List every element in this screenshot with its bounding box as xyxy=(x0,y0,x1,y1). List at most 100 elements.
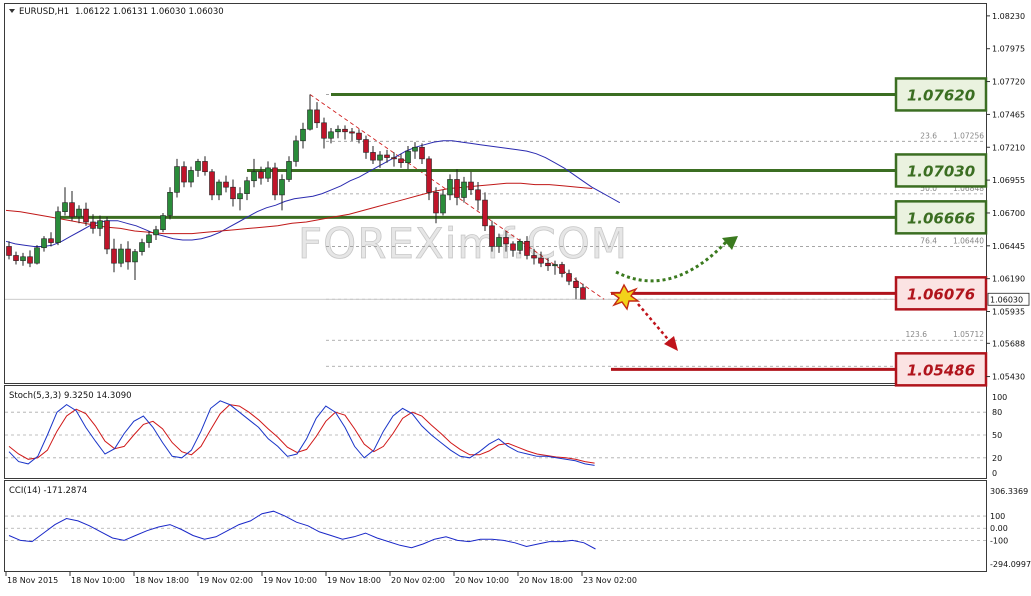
time-tick-label: 18 Nov 10:00 xyxy=(71,576,125,585)
stoch-label: Stoch(5,3,3) 9.3250 14.3090 xyxy=(9,391,132,401)
price-tick-label: 1.05430 xyxy=(992,373,1025,382)
time-tick-label: 20 Nov 02:00 xyxy=(391,576,445,585)
fibo-ratio-label: 23.6 xyxy=(920,131,937,140)
candle-body xyxy=(34,247,40,264)
candle-body xyxy=(55,211,61,243)
candle-body xyxy=(111,248,117,264)
candle-body xyxy=(440,194,446,214)
candle-body xyxy=(104,220,110,250)
candle-body xyxy=(272,167,278,196)
candle-body xyxy=(496,237,502,247)
candle-body xyxy=(517,240,523,251)
candle-body xyxy=(461,181,467,198)
time-tick-label: 19 Nov 18:00 xyxy=(327,576,381,585)
fibo-ratio-label: 123.6 xyxy=(906,330,928,339)
cci-pane xyxy=(4,480,987,572)
stoch-pane xyxy=(4,385,987,479)
time-tick-label: 20 Nov 10:00 xyxy=(455,576,509,585)
candle-body xyxy=(216,181,222,196)
price-tick-label: 1.05935 xyxy=(992,308,1025,317)
candle-body xyxy=(433,192,439,214)
price-tick-label: 1.07465 xyxy=(992,110,1025,119)
candle-body xyxy=(48,238,54,243)
candle-body xyxy=(251,171,257,182)
candle-body xyxy=(384,154,390,158)
time-tick-label: 18 Nov 18:00 xyxy=(135,576,189,585)
time-tick-label: 23 Nov 02:00 xyxy=(583,576,637,585)
candle-body xyxy=(146,234,152,243)
candle-body xyxy=(125,248,131,263)
stoch-tick-label: 50 xyxy=(992,431,1002,440)
price-tick-label: 1.07720 xyxy=(992,78,1025,87)
fibo-value-label: 1.06440 xyxy=(953,236,984,245)
stoch-tick-label: 0 xyxy=(992,469,997,478)
candle-body xyxy=(314,109,320,124)
candle-body xyxy=(454,179,460,198)
stoch-tick-label: 80 xyxy=(992,408,1002,417)
candle-body xyxy=(174,166,180,193)
cci-tick-label: -100 xyxy=(990,536,1008,545)
candle-body xyxy=(391,157,397,160)
candle-body xyxy=(160,215,166,231)
candle-body xyxy=(328,131,334,139)
candle-body xyxy=(447,179,453,196)
level-label: 1.06666 xyxy=(907,209,975,227)
fibo-value-label: 1.07256 xyxy=(953,131,984,140)
candle-body xyxy=(356,132,362,140)
cci-tick-label: -294.0997 xyxy=(990,560,1031,569)
candle-body xyxy=(559,264,565,274)
candle-body xyxy=(524,240,530,256)
candle-body xyxy=(286,161,292,180)
candle-body xyxy=(153,229,159,236)
level-label: 1.06076 xyxy=(907,285,975,303)
stoch-tick-label: 20 xyxy=(992,454,1002,463)
candle-body xyxy=(230,186,236,200)
candle-body xyxy=(62,202,68,212)
level-label: 1.07030 xyxy=(907,162,975,180)
candle-body xyxy=(90,221,96,229)
candle-body xyxy=(237,193,243,200)
candle-body xyxy=(181,166,187,183)
candle-body xyxy=(307,109,313,130)
candle-body xyxy=(244,180,250,194)
candle-body xyxy=(69,202,75,218)
candle-body xyxy=(202,161,208,173)
candle-body xyxy=(300,128,306,142)
candle-body xyxy=(510,243,516,251)
candle-body xyxy=(531,255,537,259)
candle-body xyxy=(118,248,124,264)
level-label: 1.05486 xyxy=(907,361,975,379)
cci-tick-label: 0.00 xyxy=(990,524,1008,533)
price-tick-label: 1.06700 xyxy=(992,209,1025,218)
price-tick-label: 1.06445 xyxy=(992,242,1025,251)
cci-tick-label: 100 xyxy=(990,512,1005,521)
time-tick-label: 18 Nov 2015 xyxy=(7,576,58,585)
candle-body xyxy=(342,128,348,133)
time-tick-label: 19 Nov 02:00 xyxy=(199,576,253,585)
candle-body xyxy=(41,238,47,249)
candle-body xyxy=(419,146,425,160)
candle-body xyxy=(468,181,474,191)
candle-body xyxy=(580,287,586,300)
price-tick-label: 1.06955 xyxy=(992,176,1025,185)
candle-body xyxy=(482,199,488,227)
candle-body xyxy=(335,128,341,133)
price-tick-label: 1.07975 xyxy=(992,45,1025,54)
candle-body xyxy=(426,158,432,193)
candle-body xyxy=(6,246,12,256)
candle-body xyxy=(209,171,215,196)
candle-body xyxy=(167,192,173,216)
candle-body xyxy=(545,262,551,267)
time-tick-label: 20 Nov 18:00 xyxy=(519,576,573,585)
candle-body xyxy=(76,208,82,218)
candle-body xyxy=(132,251,138,263)
candle-body xyxy=(349,131,355,134)
watermark: FOREXimf.COM xyxy=(298,219,628,268)
candle-body xyxy=(552,264,558,267)
candle-body xyxy=(363,139,369,153)
candle-body xyxy=(538,257,544,264)
fibo-ratio-label: 76.4 xyxy=(920,236,937,245)
candle-body xyxy=(573,280,579,288)
candle-body xyxy=(265,167,271,179)
candle-body xyxy=(489,225,495,247)
